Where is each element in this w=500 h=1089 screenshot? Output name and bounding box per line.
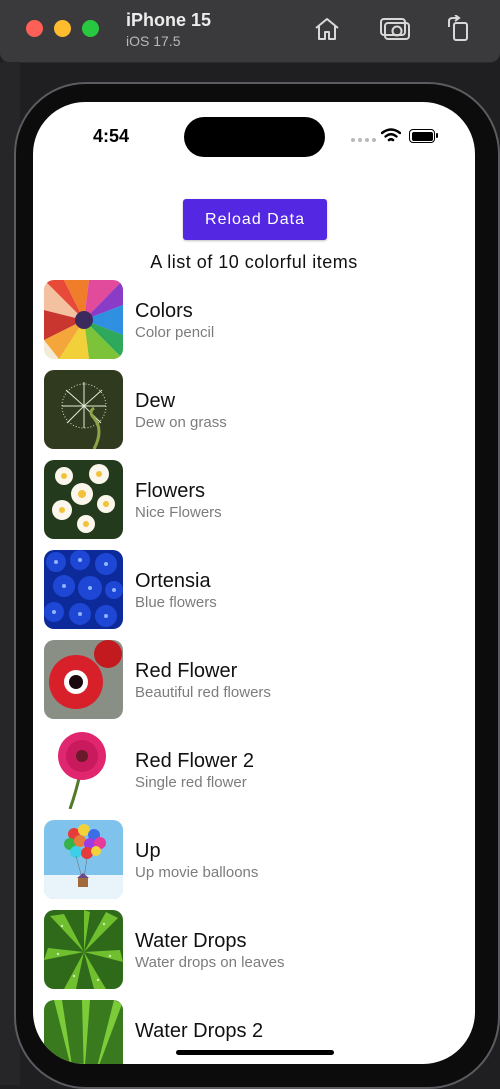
item-title: Dew	[135, 390, 176, 412]
red-flower-thumbnail	[44, 640, 123, 719]
os-version: iOS 17.5	[126, 33, 181, 49]
ortensia-thumbnail	[44, 550, 123, 629]
home-icon	[315, 18, 339, 40]
red-flower-2-thumbnail	[44, 730, 123, 809]
rotate-button[interactable]	[443, 14, 475, 44]
water-drops-2-thumbnail	[44, 1000, 123, 1064]
item-title: Water Drops 2	[135, 1020, 264, 1042]
item-subtitle: Color pencil	[135, 324, 215, 341]
item-subtitle: Blue flowers	[135, 594, 217, 611]
item-title: Ortensia	[135, 570, 211, 592]
dew-thumbnail	[44, 370, 123, 449]
battery-icon	[409, 129, 438, 143]
list-item[interactable]: Red Flower 2 Single red flower	[44, 730, 464, 820]
screenshot-button[interactable]	[380, 14, 412, 44]
item-title: Colors	[135, 300, 193, 322]
item-title: Water Drops	[135, 930, 247, 952]
simulator-toolbar: iPhone 15 iOS 17.5	[0, 0, 500, 63]
item-subtitle: Single red flower	[135, 774, 247, 791]
item-subtitle: Water drops on leaves	[135, 954, 285, 971]
item-subtitle: Up movie balloons	[135, 864, 259, 881]
up-thumbnail	[44, 820, 123, 899]
colors-thumbnail	[44, 280, 123, 359]
wifi-icon	[381, 128, 401, 142]
item-subtitle: Beautiful red flowers	[135, 684, 271, 701]
status-time: 4:54	[93, 126, 130, 146]
reload-data-button[interactable]: Reload Data	[183, 199, 327, 240]
home-indicator[interactable]	[176, 1050, 334, 1055]
list-item[interactable]: Dew Dew on grass	[44, 370, 464, 460]
list-item[interactable]: Red Flower Beautiful red flowers	[44, 640, 464, 730]
list-item[interactable]: Ortensia Blue flowers	[44, 550, 464, 640]
water-drops-thumbnail	[44, 910, 123, 989]
close-window-button[interactable]	[26, 20, 43, 37]
home-button[interactable]	[311, 14, 343, 44]
screenshot-icon	[380, 18, 410, 40]
zoom-window-button[interactable]	[82, 20, 99, 37]
flowers-thumbnail	[44, 460, 123, 539]
item-subtitle: Dew on grass	[135, 414, 227, 431]
item-subtitle: Nice Flowers	[135, 504, 222, 521]
item-title: Up	[135, 840, 161, 862]
list-item[interactable]: Water Drops Water drops on leaves	[44, 910, 464, 1000]
dynamic-island	[184, 117, 325, 157]
rotate-icon	[448, 15, 468, 41]
device-name: iPhone 15	[126, 10, 212, 30]
list-item[interactable]: Up Up movie balloons	[44, 820, 464, 910]
cellular-signal-icon	[351, 138, 376, 142]
item-title: Red Flower	[135, 660, 238, 682]
list-item[interactable]: Colors Color pencil	[44, 280, 464, 370]
minimize-window-button[interactable]	[54, 20, 71, 37]
list-subtitle: A list of 10 colorful items	[150, 252, 358, 272]
list-item[interactable]: Flowers Nice Flowers	[44, 460, 464, 550]
item-title: Flowers	[135, 480, 206, 502]
phone-screen: 4:54 Reload Data A list of 10 colorful i…	[33, 102, 475, 1064]
items-list[interactable]: Colors Color pencil Dew Dew on grass Flo…	[44, 280, 464, 1064]
item-title: Red Flower 2	[135, 750, 254, 772]
